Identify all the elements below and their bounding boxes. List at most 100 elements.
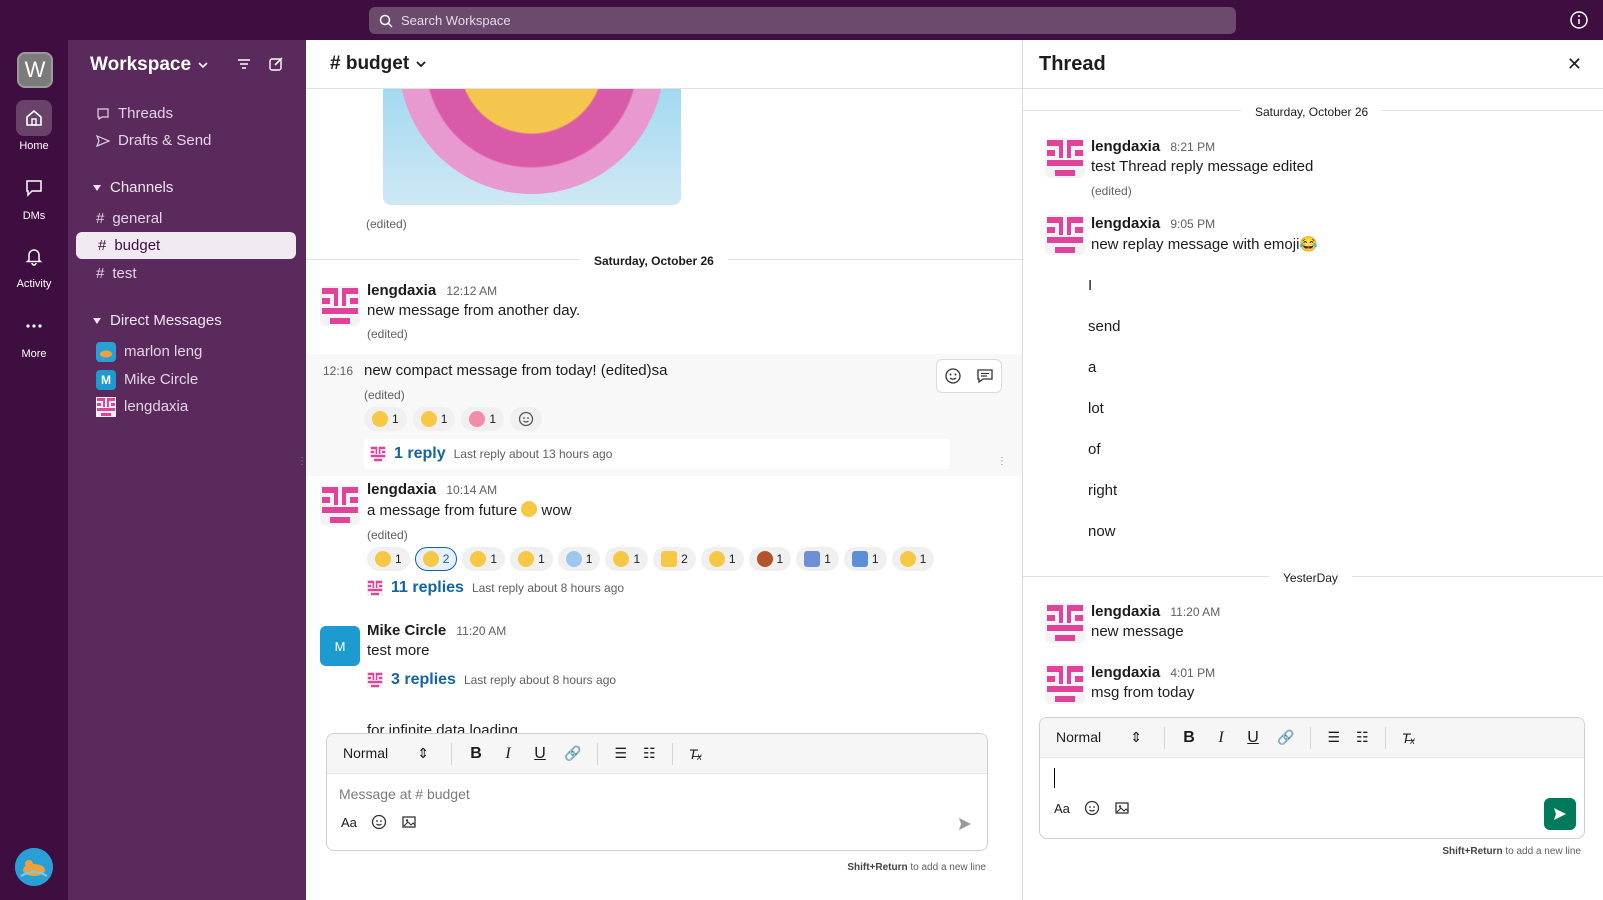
thread-replies-link[interactable]: 1 reply Last reply about 13 hours ago [364, 439, 950, 469]
sidebar-item-dm-marlon[interactable]: marlon leng [74, 338, 294, 365]
message-author[interactable]: lengdaxia [1091, 138, 1160, 155]
sidebar-item-drafts[interactable]: Drafts & Send [74, 127, 294, 154]
info-icon[interactable] [1569, 10, 1589, 30]
image-attachment[interactable] [383, 89, 681, 205]
reaction[interactable]: 1 [700, 547, 744, 571]
italic-icon[interactable]: I [1213, 729, 1229, 747]
reply-thread-icon[interactable] [976, 367, 994, 385]
message-line: now [1088, 523, 1116, 540]
sidebar-item-budget[interactable]: # budget [76, 232, 296, 259]
ordered-list-icon[interactable]: ☰ [614, 745, 627, 762]
avatar[interactable]: M [320, 626, 360, 666]
text-format-icon[interactable]: Aa [341, 815, 357, 830]
thread-replies-link[interactable]: 3 replies Last reply about 8 hours ago [367, 671, 616, 689]
message-author[interactable]: lengdaxia [367, 481, 436, 498]
avatar[interactable] [1045, 603, 1085, 643]
dm-section-toggle[interactable]: Direct Messages [92, 312, 222, 329]
close-icon[interactable]: ✕ [1567, 54, 1582, 75]
bold-icon[interactable]: B [468, 745, 484, 763]
avatar[interactable] [320, 485, 360, 525]
message-input[interactable]: Message at # budget [327, 774, 987, 810]
workspace-switcher[interactable]: Workspace [90, 54, 209, 76]
emoji-icon[interactable] [1084, 800, 1100, 816]
reaction[interactable]: 1 [557, 547, 601, 571]
image-icon[interactable] [401, 814, 417, 830]
reaction[interactable]: 2 [653, 547, 696, 571]
avatar[interactable] [1045, 215, 1085, 255]
message-item[interactable]: M Mike Circle 11:20 AM test more 3 repli… [306, 622, 1022, 708]
bold-icon[interactable]: B [1181, 729, 1197, 747]
add-emoji-icon[interactable] [944, 367, 962, 385]
reaction[interactable]: 1 [461, 407, 505, 431]
text-format-icon[interactable]: Aa [1054, 801, 1070, 816]
message-author[interactable]: lengdaxia [1091, 215, 1160, 232]
sidebar-item-general[interactable]: # general [74, 205, 294, 232]
underline-icon[interactable]: U [532, 745, 548, 763]
thread-replies-link[interactable]: 11 replies Last reply about 8 hours ago [367, 579, 1007, 597]
reaction[interactable]: 1 [748, 547, 792, 571]
compose-icon[interactable] [268, 56, 284, 72]
reaction[interactable]: 1 [605, 547, 649, 571]
message-author[interactable]: Mike Circle [367, 622, 446, 639]
message-author[interactable]: lengdaxia [367, 282, 436, 299]
resize-handle[interactable]: ⋮ [997, 456, 1007, 468]
italic-icon[interactable]: I [500, 745, 516, 763]
filter-icon[interactable] [236, 56, 252, 72]
thread-message[interactable]: lengdaxia 4:01 PM msg from today [1023, 664, 1603, 714]
clear-format-icon[interactable]: T̶ₓ [1402, 730, 1416, 746]
thread-message[interactable]: lengdaxia 9:05 PM new replay message wit… [1023, 215, 1603, 595]
user-avatar[interactable] [15, 848, 53, 886]
channel-header[interactable]: # budget [306, 40, 1022, 89]
message-item[interactable]: lengdaxia 12:12 AM new message from anot… [306, 282, 1022, 352]
message-text: new message from another day. [367, 302, 581, 319]
underline-icon[interactable]: U [1245, 729, 1261, 747]
search-bar[interactable]: Search Workspace [369, 7, 1236, 34]
link-icon[interactable]: 🔗 [564, 745, 581, 762]
bullet-list-icon[interactable]: ☷ [1356, 729, 1369, 746]
bullet-list-icon[interactable]: ☷ [643, 745, 656, 762]
clear-format-icon[interactable]: T̶ₓ [689, 746, 703, 762]
message-item[interactable]: 12:16 new compact message from today! (e… [306, 354, 1022, 476]
avatar[interactable] [1045, 664, 1085, 704]
image-icon[interactable] [1114, 800, 1130, 816]
thread-reply-input[interactable] [1040, 758, 1584, 796]
rail-activity[interactable]: Activity [0, 238, 68, 290]
add-reaction-button[interactable] [510, 407, 543, 431]
sidebar-item-threads[interactable]: Threads [74, 100, 294, 127]
emoji-icon[interactable] [371, 814, 387, 830]
send-icon[interactable] [957, 816, 973, 832]
reaction[interactable]: 1 [364, 407, 407, 431]
text-style-select[interactable]: Normal ⇕ [1056, 729, 1148, 746]
sidebar-item-dm-mike[interactable]: M Mike Circle [74, 366, 294, 393]
send-button[interactable] [1544, 798, 1576, 830]
message-author[interactable]: lengdaxia [1091, 664, 1160, 681]
avatar[interactable] [320, 286, 360, 326]
resize-handle[interactable]: ⋮ [297, 456, 307, 468]
reply-count[interactable]: 3 replies [391, 671, 456, 689]
avatar[interactable] [1045, 138, 1085, 178]
sidebar-item-dm-lengdaxia[interactable]: lengdaxia [74, 393, 294, 420]
ordered-list-icon[interactable]: ☰ [1327, 729, 1340, 746]
message-item[interactable]: lengdaxia 10:14 AM a message from future… [306, 481, 1022, 611]
reaction[interactable]: 1 [843, 547, 887, 571]
reaction[interactable]: 1 [412, 407, 456, 431]
reaction[interactable]: 1 [891, 547, 935, 571]
reply-count[interactable]: 1 reply [394, 445, 446, 463]
message-author[interactable]: lengdaxia [1091, 603, 1160, 620]
text-style-select[interactable]: Normal ⇕ [343, 745, 435, 762]
rail-home[interactable]: Home [0, 100, 68, 152]
thread-message[interactable]: lengdaxia 8:21 PM test Thread reply mess… [1023, 138, 1603, 202]
reaction[interactable]: 1 [462, 547, 506, 571]
thread-message[interactable]: lengdaxia 11:20 AM new message [1023, 603, 1603, 653]
link-icon[interactable]: 🔗 [1277, 729, 1294, 746]
reaction[interactable]: 1 [510, 547, 553, 571]
workspace-avatar[interactable]: W [17, 52, 53, 88]
reaction[interactable]: 1 [796, 547, 839, 571]
reply-count[interactable]: 11 replies [391, 579, 464, 597]
reaction[interactable]: 1 [367, 547, 410, 571]
rail-dms[interactable]: DMs [0, 170, 68, 222]
reaction[interactable]: 2 [414, 547, 458, 571]
sidebar-item-test[interactable]: # test [74, 260, 294, 287]
channels-section-toggle[interactable]: Channels [92, 179, 173, 196]
rail-more[interactable]: More [0, 308, 68, 360]
